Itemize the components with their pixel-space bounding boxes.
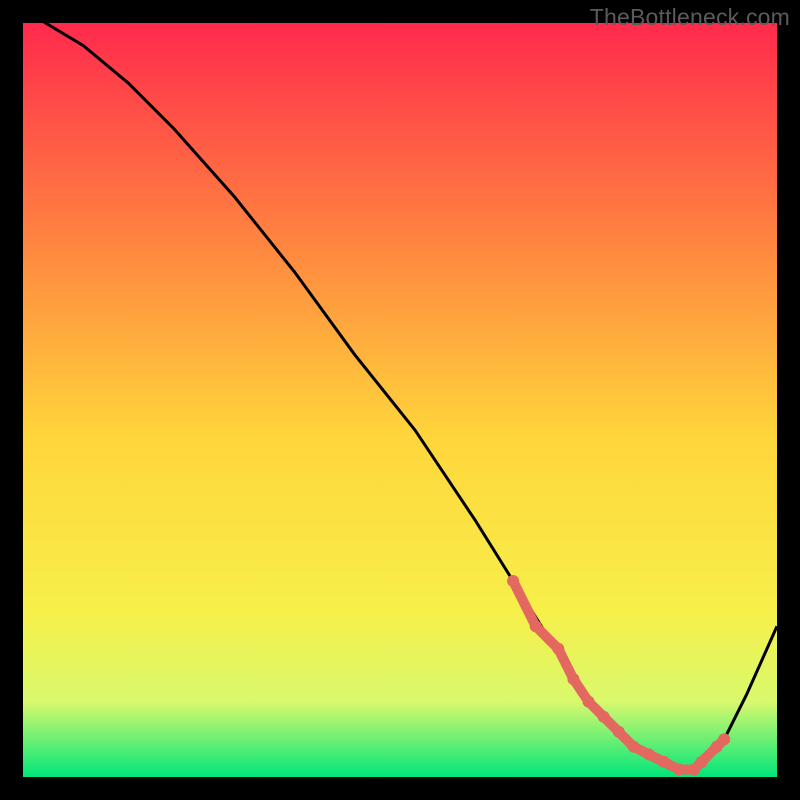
chart-stage: TheBottleneck.com [0,0,800,800]
gradient-background [23,23,777,777]
plot-area [23,23,777,777]
accent-marker [718,733,730,745]
accent-marker [643,748,655,760]
accent-marker [673,764,685,776]
accent-marker [658,756,670,768]
accent-marker [507,575,519,587]
accent-marker [628,741,640,753]
chart-svg [23,23,777,777]
accent-marker [598,711,610,723]
accent-marker [696,756,708,768]
accent-marker [530,620,542,632]
accent-marker [552,643,564,655]
watermark-text: TheBottleneck.com [590,4,790,31]
accent-marker [567,673,579,685]
accent-marker [583,696,595,708]
accent-marker [613,726,625,738]
